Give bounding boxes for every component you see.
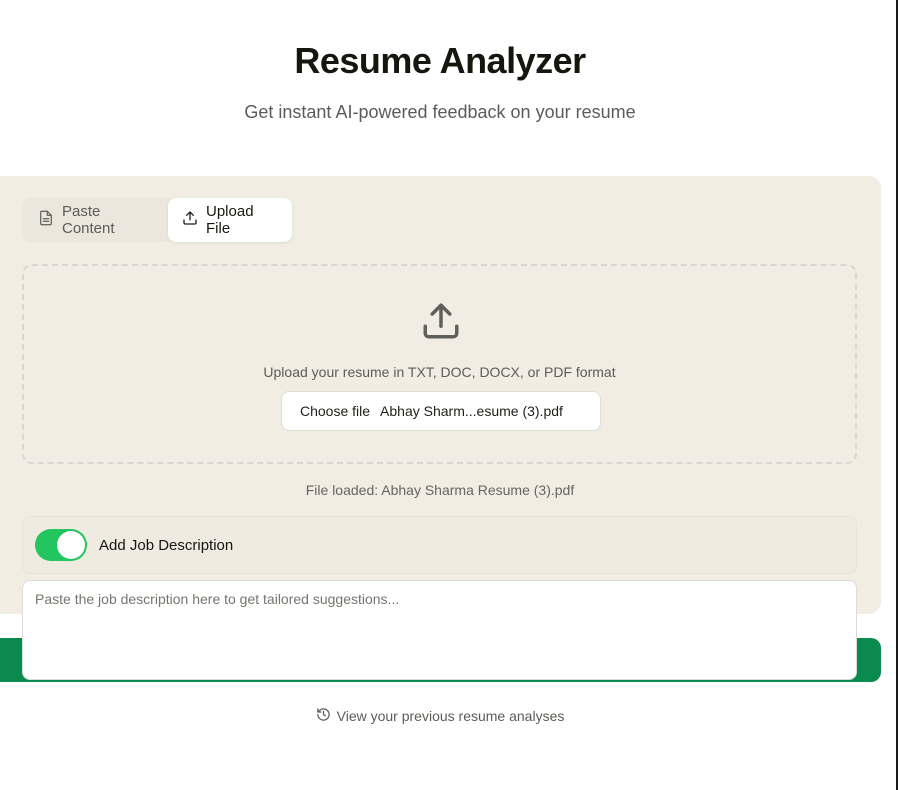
upload-instructions: Upload your resume in TXT, DOC, DOCX, or… [263, 364, 616, 380]
page-subtitle: Get instant AI-powered feedback on your … [244, 102, 636, 122]
tab-paste-content-label: Paste Content [62, 203, 115, 237]
job-description-toggle-row: Add Job Description [22, 516, 857, 574]
toggle-knob [57, 531, 85, 559]
file-loaded-status: File loaded: Abhay Sharma Resume (3).pdf [305, 482, 575, 498]
tab-upload-file-label: Upload File [206, 203, 254, 237]
choose-file-button[interactable]: Choose file [300, 403, 370, 419]
input-mode-tabs: Paste Content Upload File [22, 198, 292, 242]
history-link[interactable]: View your previous resume analyses [0, 707, 880, 725]
job-description-toggle[interactable] [35, 529, 87, 561]
tab-paste-content[interactable]: Paste Content [22, 198, 168, 242]
file-dropzone[interactable]: Upload your resume in TXT, DOC, DOCX, or… [22, 264, 857, 464]
history-icon [316, 707, 331, 725]
tab-upload-file[interactable]: Upload File [168, 198, 292, 242]
file-input[interactable]: Choose file Abhay Sharm...esume (3).pdf [281, 391, 601, 431]
page-title: Resume Analyzer [294, 40, 586, 81]
upload-icon [420, 300, 462, 347]
job-description-input[interactable] [22, 580, 857, 680]
upload-icon [182, 210, 198, 230]
job-description-toggle-label: Add Job Description [99, 536, 234, 554]
selected-file-name: Abhay Sharm...esume (3).pdf [380, 403, 563, 419]
file-text-icon [38, 210, 54, 230]
history-link-label: View your previous resume analyses [336, 708, 565, 724]
